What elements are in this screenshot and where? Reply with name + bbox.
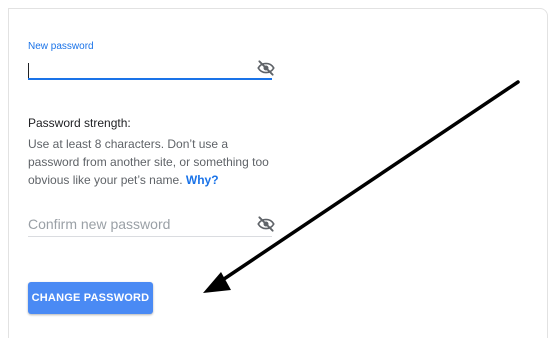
- confirm-password-input[interactable]: [28, 213, 248, 235]
- new-password-field-underline[interactable]: [28, 78, 272, 80]
- text-cursor: [28, 63, 29, 78]
- password-hint: Use at least 8 characters. Don’t use a p…: [28, 135, 280, 189]
- change-password-button[interactable]: CHANGE PASSWORD: [28, 282, 153, 314]
- eye-slash-icon[interactable]: [256, 214, 276, 234]
- new-password-label: New password: [28, 41, 94, 52]
- eye-slash-icon[interactable]: [256, 58, 276, 78]
- password-strength-title: Password strength:: [28, 116, 131, 130]
- password-hint-text: Use at least 8 characters. Don’t use a p…: [28, 137, 269, 187]
- why-link[interactable]: Why?: [186, 173, 219, 187]
- confirm-password-underline: [28, 236, 272, 237]
